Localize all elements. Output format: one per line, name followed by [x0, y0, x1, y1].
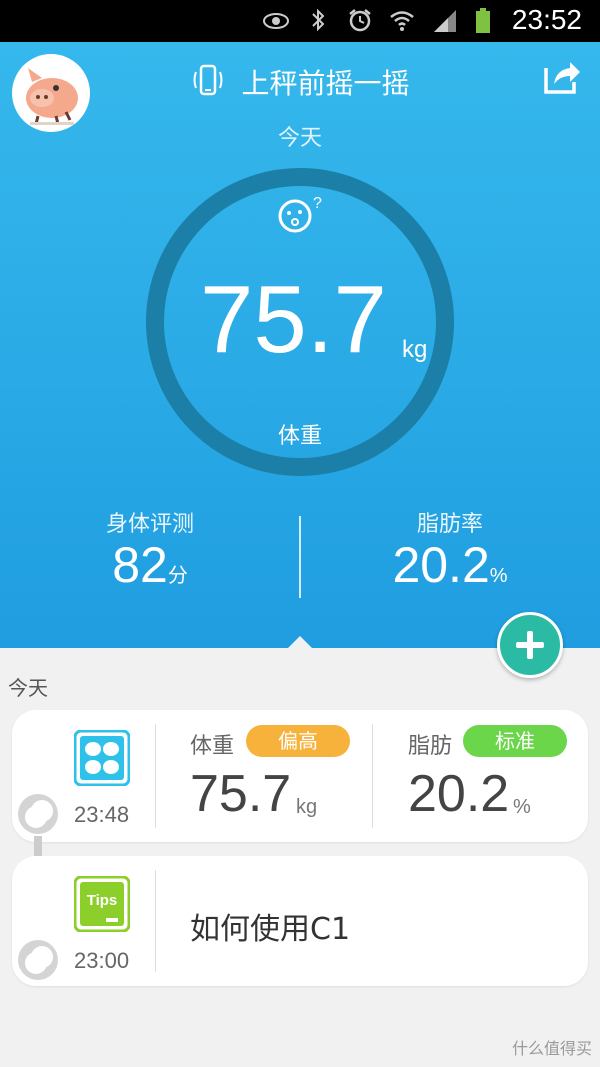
header-title: 上秤前摇一摇: [0, 62, 600, 102]
add-record-button[interactable]: [497, 612, 563, 678]
status-icons: [262, 6, 500, 34]
weight-value: 75.7: [200, 266, 387, 373]
fat-metric-value: 20.2: [408, 765, 510, 823]
svg-text:?: ?: [313, 195, 322, 212]
wifi-icon: [390, 11, 414, 31]
day-label: 今天: [277, 126, 322, 151]
fat-rate-value: 20.2: [392, 537, 490, 593]
card-divider: [155, 870, 156, 972]
fat-rate-unit: %: [489, 565, 508, 587]
fat-metric-unit: %: [513, 796, 531, 818]
tips-tile-label: Tips: [86, 892, 118, 909]
weight-metric-value: 75.7: [190, 765, 292, 823]
body-score-stat[interactable]: 身体评测 82分: [60, 506, 240, 593]
metric-divider: [372, 724, 373, 828]
eye-icon: [263, 13, 289, 29]
record-time: 23:48: [74, 802, 130, 827]
tips-icon: Tips: [73, 875, 131, 933]
battery-icon: [476, 8, 490, 33]
timeline-connector: [34, 836, 42, 856]
alarm-icon: [349, 9, 371, 32]
signal-icon: [434, 10, 456, 32]
card-divider: [155, 724, 156, 828]
weight-metric-label: 体重: [190, 734, 235, 759]
weight-metric-unit: kg: [296, 796, 318, 818]
body-score-label: 身体评测: [105, 512, 194, 537]
fat-metric-label: 脂肪: [408, 734, 453, 759]
weight-label: 体重: [277, 424, 322, 449]
status-bar: 23:52: [0, 0, 600, 42]
bluetooth-icon: [312, 8, 325, 32]
shake-phone-icon: [193, 64, 223, 96]
fat-status-badge: 标准: [463, 725, 567, 757]
fat-rate-stat[interactable]: 脂肪率 20.2%: [360, 506, 540, 593]
weight-unit: kg: [402, 336, 428, 363]
share-icon[interactable]: [542, 56, 582, 96]
watermark: 什么值得买: [511, 1039, 592, 1058]
fat-rate-label: 脂肪率: [416, 512, 483, 537]
header-title-text: 上秤前摇一摇: [241, 67, 410, 100]
confused-face-icon[interactable]: ?: [277, 194, 325, 234]
record-time: 23:00: [74, 948, 130, 973]
status-clock: 23:52: [511, 4, 582, 35]
list-day-label: 今天: [8, 676, 48, 700]
section-pointer: [288, 636, 312, 648]
night-moon-icon: [18, 794, 58, 834]
stat-divider: [299, 516, 301, 598]
tip-title[interactable]: 如何使用C1: [190, 904, 350, 948]
weight-hero: 上秤前摇一摇 今天 ? 75.7 kg 体重 身体评测 82分 脂肪率 20.2…: [0, 42, 600, 648]
body-score-value: 82: [112, 537, 168, 593]
night-moon-icon: [18, 940, 58, 980]
body-score-unit: 分: [167, 565, 188, 587]
scale-app-icon: [74, 730, 130, 786]
weight-status-badge: 偏高: [246, 725, 350, 757]
